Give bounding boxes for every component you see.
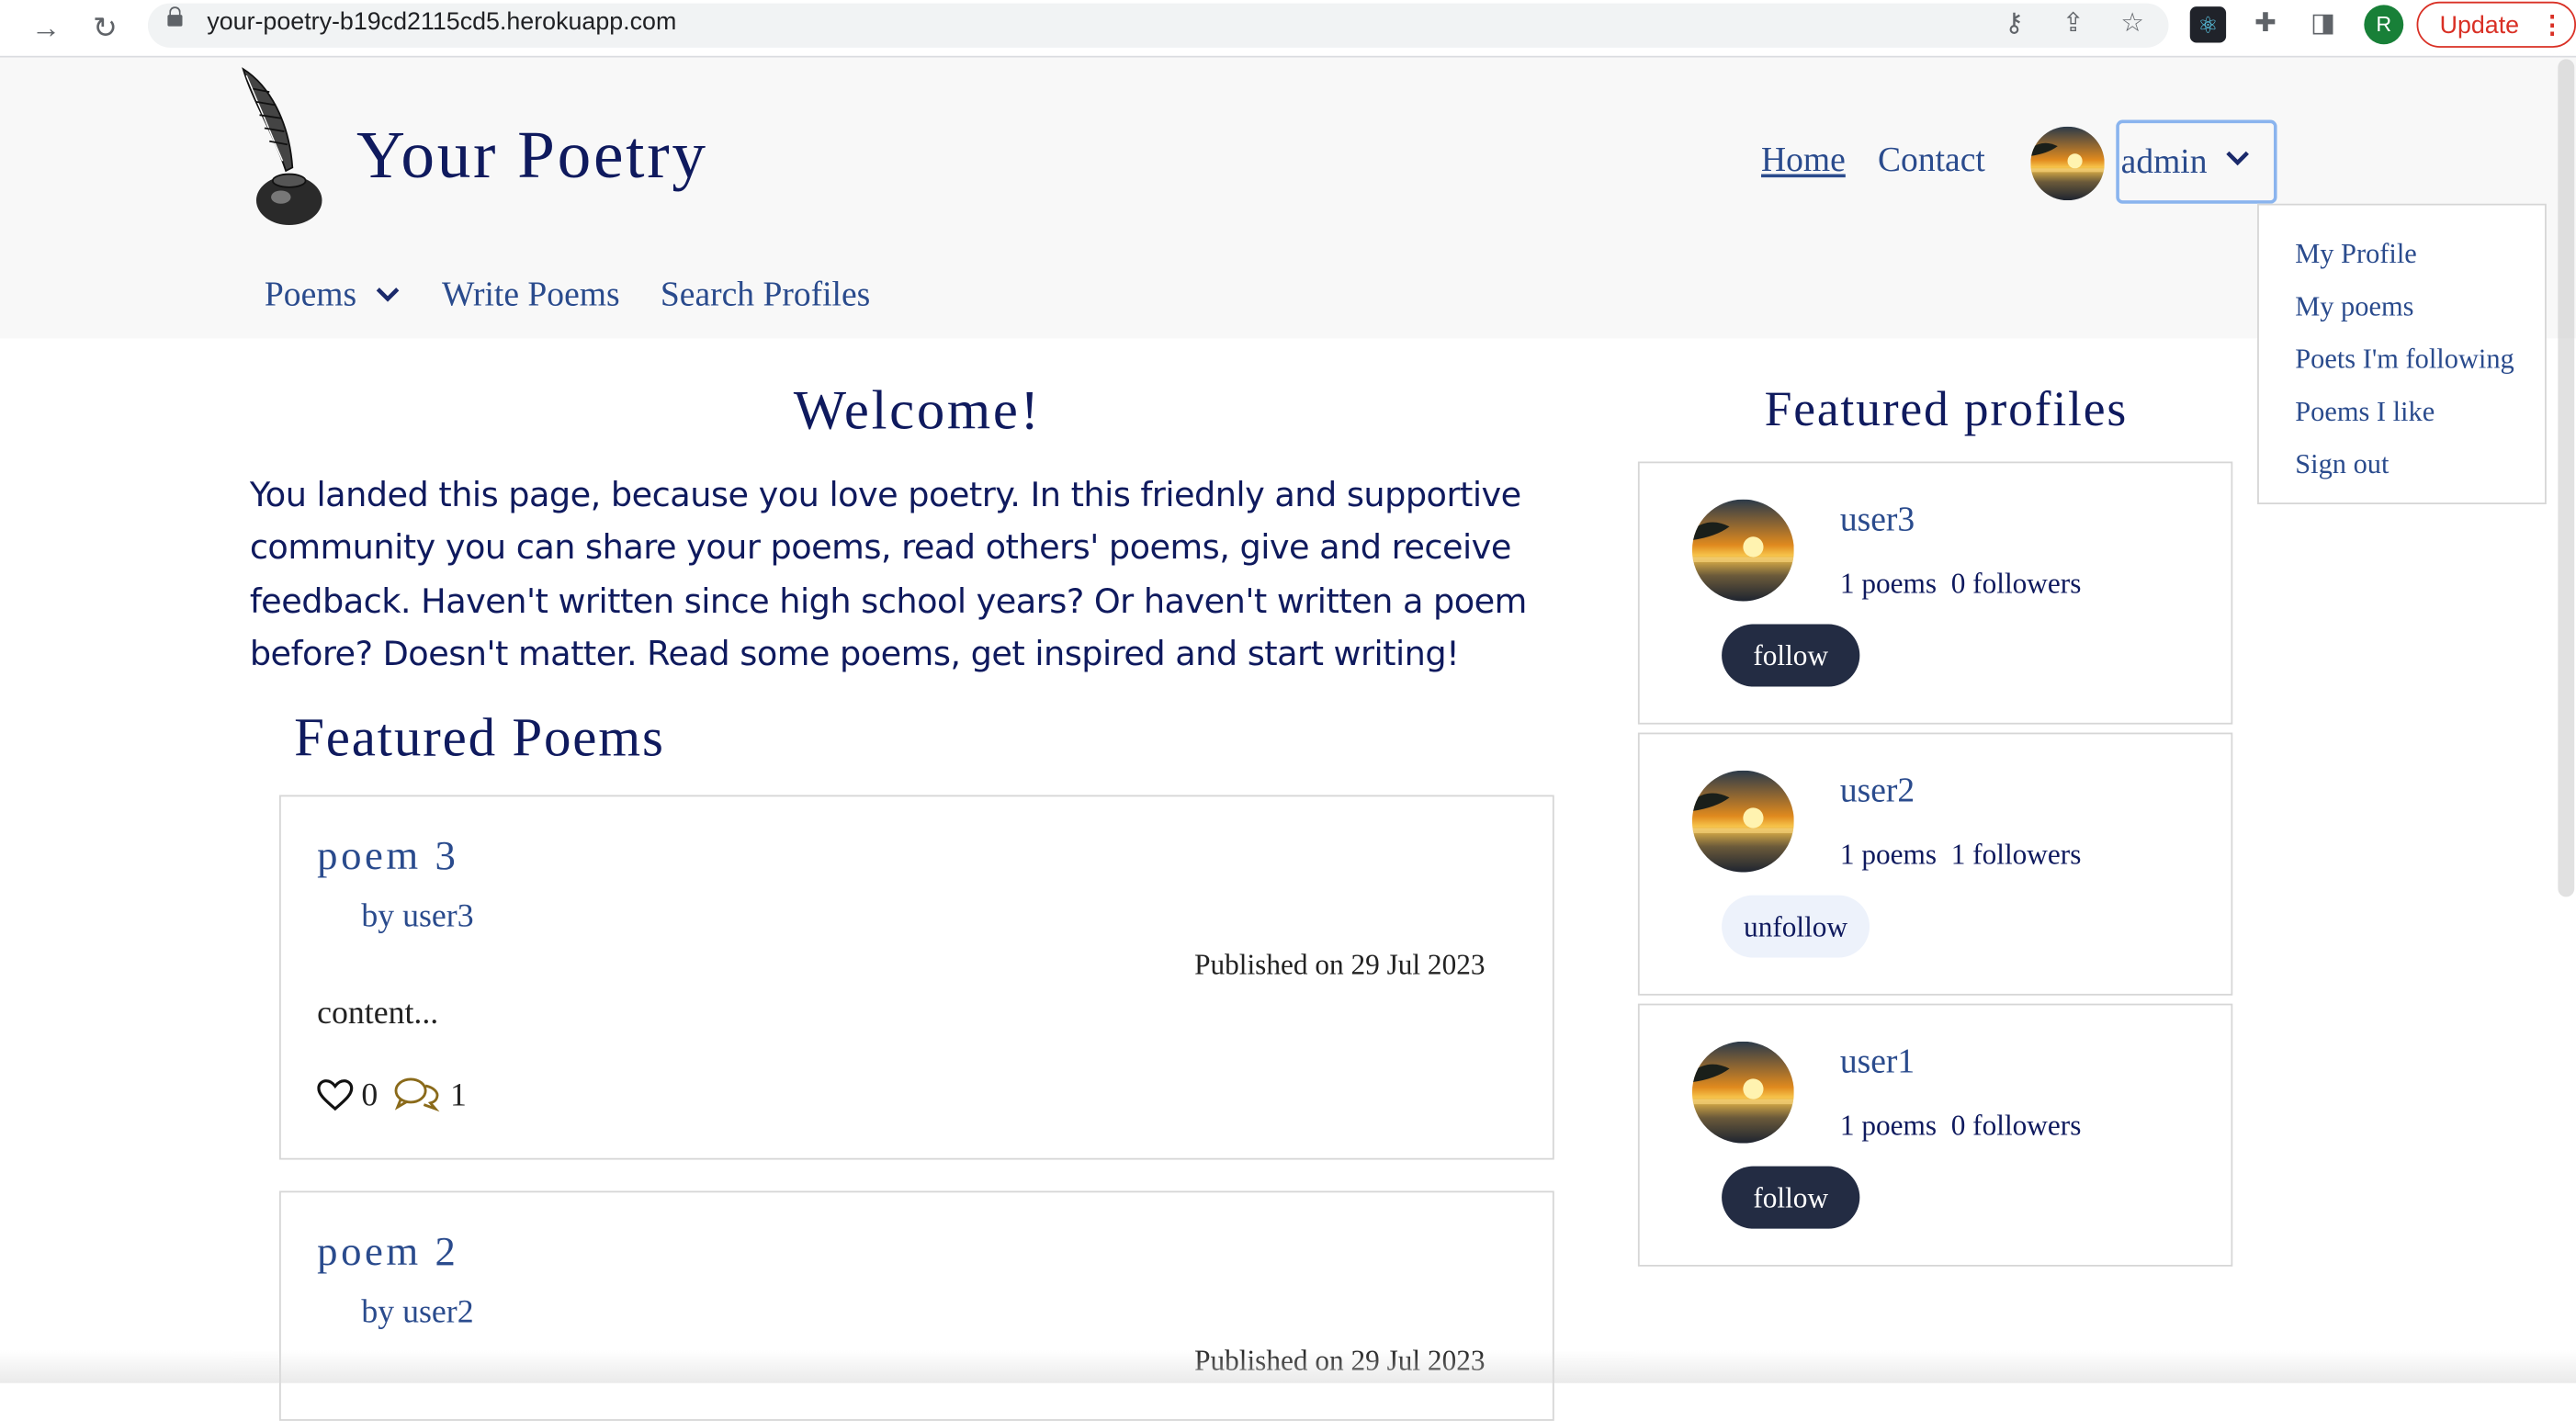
menu-sign-out[interactable]: Sign out <box>2295 448 2389 481</box>
browser-toolbar: → ↻ your-poetry-b19cd2115cd5.herokuapp.c… <box>0 0 2576 58</box>
subnav-write[interactable]: Write Poems <box>442 275 620 316</box>
comments-icon[interactable] <box>392 1076 442 1112</box>
subnav-search[interactable]: Search Profiles <box>661 275 870 316</box>
profile-card: user3 1 poems 0 followers follow <box>1637 461 2233 725</box>
lock-icon <box>167 6 183 27</box>
profile-follower-count: 1 followers <box>1950 838 2082 871</box>
profile-avatar[interactable] <box>1691 1041 1794 1144</box>
quill-logo-icon[interactable] <box>233 66 329 231</box>
poem-title[interactable]: poem 3 <box>317 834 458 880</box>
profile-name[interactable]: user3 <box>1840 500 1915 541</box>
likes-count: 0 <box>361 1077 378 1114</box>
follow-button[interactable]: follow <box>1722 624 1860 687</box>
poem-date: Published on 29 Jul 2023 <box>1194 947 1486 981</box>
unfollow-button[interactable]: unfollow <box>1722 895 1870 958</box>
poem-card: poem 2 by user2 Published on 29 Jul 2023 <box>279 1190 1554 1421</box>
key-icon[interactable]: ⚷ <box>1996 6 2032 42</box>
poem-excerpt: content... <box>317 995 439 1032</box>
update-label: Update <box>2439 11 2520 39</box>
profile-follower-count: 0 followers <box>1950 566 2082 600</box>
site-title[interactable]: Your Poetry <box>356 115 708 194</box>
intro-text: You landed this page, because you love p… <box>249 474 1528 674</box>
poem-card: poem 3 by user3 Published on 29 Jul 2023… <box>279 795 1554 1160</box>
share-icon[interactable]: ⇪ <box>2055 6 2091 42</box>
poems-chevron-icon[interactable] <box>375 284 401 303</box>
bottom-fade <box>0 1349 2576 1383</box>
poem-stats: 0 1 <box>317 1076 467 1115</box>
menu-my-profile[interactable]: My Profile <box>2295 238 2417 271</box>
profile-avatar[interactable] <box>1691 770 1794 873</box>
menu-my-poems[interactable]: My poems <box>2295 291 2413 324</box>
poem-title[interactable]: poem 2 <box>317 1230 458 1276</box>
nav-home-link[interactable]: Home <box>1761 140 1846 181</box>
profile-follower-count: 0 followers <box>1950 1109 2082 1142</box>
poem-author[interactable]: by user3 <box>361 898 473 936</box>
extensions-icon[interactable]: ✚ <box>2247 6 2283 42</box>
profile-stats: 1 poems 0 followers <box>1840 567 2082 602</box>
chevron-down-icon[interactable] <box>2224 148 2251 167</box>
url-text[interactable]: your-poetry-b19cd2115cd5.herokuapp.com <box>207 8 676 36</box>
poem-author[interactable]: by user2 <box>361 1294 473 1332</box>
user-menu-label[interactable]: admin <box>2121 141 2208 183</box>
profile-poem-count: 1 poems <box>1839 838 1938 871</box>
profile-stats: 1 poems 1 followers <box>1840 838 2082 873</box>
sidepanel-icon[interactable]: ◨ <box>2305 6 2341 42</box>
update-button[interactable]: Update ⋮ <box>2416 1 2576 48</box>
featured-poems-heading: Featured Poems <box>294 709 665 769</box>
profile-avatar[interactable] <box>1691 499 1794 602</box>
follow-button[interactable]: follow <box>1722 1166 1860 1229</box>
react-devtools-icon[interactable]: ⚛ <box>2189 6 2227 43</box>
user-avatar[interactable] <box>2030 126 2105 201</box>
user-dropdown-menu: My Profile My poems Poets I'm following … <box>2257 203 2547 504</box>
welcome-heading: Welcome! <box>793 380 1042 443</box>
comments-count: 1 <box>449 1077 467 1114</box>
reload-icon[interactable]: ↻ <box>84 6 126 49</box>
forward-icon[interactable]: → <box>25 6 67 49</box>
profile-name[interactable]: user1 <box>1840 1042 1915 1083</box>
featured-profiles-heading: Featured profiles <box>1764 382 2129 437</box>
profile-poem-count: 1 poems <box>1839 1109 1938 1142</box>
heart-icon[interactable] <box>317 1079 354 1112</box>
page-scrollbar[interactable] <box>2558 59 2575 897</box>
profile-name[interactable]: user2 <box>1840 771 1915 812</box>
more-icon: ⋮ <box>2539 11 2565 39</box>
menu-following[interactable]: Poets I'm following <box>2295 344 2514 377</box>
menu-poems-liked[interactable]: Poems I like <box>2295 396 2435 429</box>
nav-contact-link[interactable]: Contact <box>1878 140 1985 181</box>
profile-avatar[interactable]: R <box>2364 5 2404 45</box>
star-icon[interactable]: ☆ <box>2115 6 2151 42</box>
profile-card: user2 1 poems 1 followers unfollow <box>1637 732 2233 996</box>
profile-poem-count: 1 poems <box>1839 566 1938 600</box>
profile-stats: 1 poems 0 followers <box>1840 1109 2082 1144</box>
profile-card: user1 1 poems 0 followers follow <box>1637 1003 2233 1267</box>
subnav-poems[interactable]: Poems <box>265 275 356 316</box>
